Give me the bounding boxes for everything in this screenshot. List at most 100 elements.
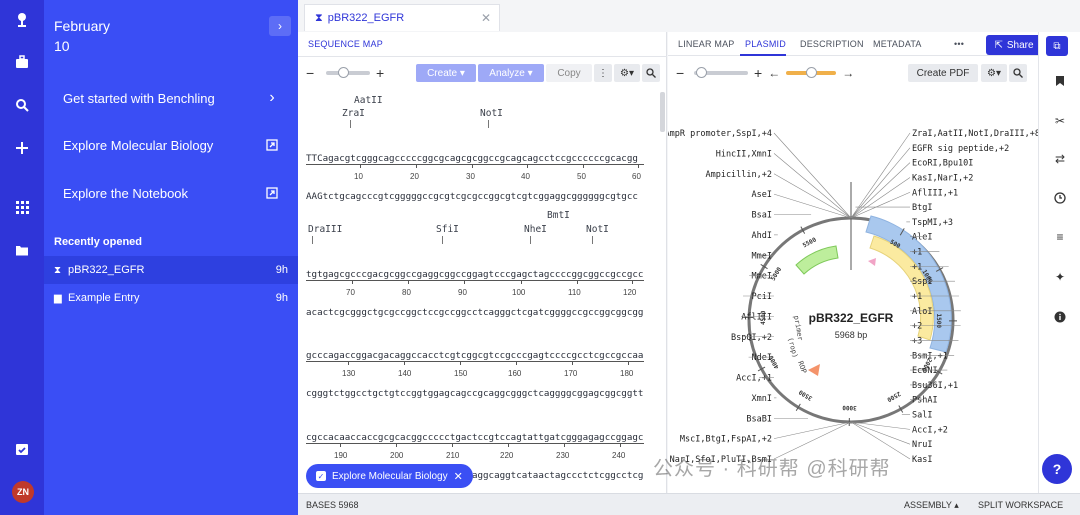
feature-rop-arrow[interactable] xyxy=(808,364,820,376)
enzyme-label[interactable]: NotI xyxy=(586,224,609,235)
rotate-slider[interactable] xyxy=(786,67,837,78)
enzyme-label[interactable]: XmnI xyxy=(752,394,772,404)
create-pdf-button[interactable]: Create PDF xyxy=(908,64,978,82)
benchling-logo-icon[interactable] xyxy=(10,8,34,32)
feature-ampicillin-arc[interactable] xyxy=(795,245,839,275)
sequence-block[interactable]: cgccacaaccaccgcgcacggccccctgactccgtccagt… xyxy=(306,409,643,504)
enzyme-label[interactable]: +1 xyxy=(912,292,922,302)
enzyme-label[interactable]: Bsu36I,+1 xyxy=(912,381,958,391)
search-icon[interactable] xyxy=(642,64,660,82)
folder-icon[interactable] xyxy=(10,238,34,262)
enzyme-label[interactable]: BsaI xyxy=(752,211,772,221)
zoom-out-icon[interactable]: − xyxy=(676,65,688,81)
close-icon[interactable]: ✕ xyxy=(481,11,491,25)
enzyme-label[interactable]: TspMI,+3 xyxy=(912,218,953,228)
analyze-button[interactable]: Analyze ▾ xyxy=(478,64,544,82)
zoom-slider[interactable] xyxy=(326,67,370,78)
enzyme-label[interactable]: AccI,+2 xyxy=(912,425,948,435)
tab-description[interactable]: DESCRIPTION xyxy=(800,39,864,49)
split-workspace-button[interactable]: SPLIT WORKSPACE xyxy=(978,500,1063,510)
plasmid-map[interactable]: 5001000150020002500300035004000450050005… xyxy=(668,90,1038,490)
enzyme-label[interactable]: BspQI,+2 xyxy=(731,333,772,343)
enzyme-label[interactable]: +2 xyxy=(912,322,922,332)
arrow-right-icon[interactable]: → xyxy=(842,66,854,80)
close-icon[interactable]: ✕ xyxy=(454,470,463,483)
enzyme-label[interactable]: AflIII,+1 xyxy=(912,188,958,198)
more-vertical-icon[interactable]: ⋮ xyxy=(594,64,612,82)
enzyme-label[interactable]: BsmI,+1 xyxy=(912,351,948,361)
enzyme-label[interactable]: DraIII xyxy=(308,224,342,235)
enzyme-label[interactable]: +1 xyxy=(912,248,922,258)
recent-item-pbr322[interactable]: ⧗ pBR322_EGFR 9h xyxy=(44,256,298,284)
settings-gear-icon[interactable]: ⚙▾ xyxy=(614,64,640,82)
enzyme-label[interactable]: BmtI xyxy=(547,210,570,221)
search-icon[interactable] xyxy=(10,93,34,117)
sequence-scrollbar[interactable] xyxy=(660,92,665,132)
settings-gear-icon[interactable]: ⚙▾ xyxy=(981,64,1007,82)
copy-button[interactable]: Copy xyxy=(546,64,592,82)
enzyme-label[interactable]: NdeI xyxy=(752,353,772,363)
zoom-in-icon[interactable]: + xyxy=(754,65,762,81)
enzyme-label[interactable]: KasI xyxy=(912,455,932,465)
tab-sequence-map[interactable]: SEQUENCE MAP xyxy=(308,39,383,49)
tab-metadata[interactable]: METADATA xyxy=(873,39,922,49)
document-tab[interactable]: ⧗ pBR322_EGFR ✕ xyxy=(304,4,500,31)
info-icon[interactable] xyxy=(1051,308,1069,326)
chevron-right-icon[interactable]: › xyxy=(269,16,291,36)
enzyme-label[interactable]: PciI xyxy=(752,292,772,302)
recent-item-example-entry[interactable]: ▆ Example Entry 9h xyxy=(44,284,298,312)
enzyme-label[interactable]: AhdI xyxy=(752,231,772,241)
swap-icon[interactable]: ⇄ xyxy=(1051,150,1069,168)
enzyme-label[interactable]: EcoRI,Bpu10I xyxy=(912,159,973,169)
enzyme-label[interactable]: HincII,XmnI xyxy=(716,149,772,159)
plus-icon[interactable] xyxy=(10,136,34,160)
enzyme-label[interactable]: PshAI xyxy=(912,396,938,406)
enzyme-label[interactable]: ZraI xyxy=(342,108,365,119)
enzyme-label[interactable]: EGFR sig peptide,+2 xyxy=(912,144,1009,154)
enzyme-label[interactable]: MmeI xyxy=(752,251,772,261)
enzyme-label[interactable]: MmeI xyxy=(752,272,772,282)
enzyme-label[interactable]: NruI xyxy=(912,440,932,450)
share-button[interactable]: ⇱ Share xyxy=(986,35,1042,55)
enzyme-label[interactable]: BtgI xyxy=(912,203,932,213)
briefcase-icon[interactable] xyxy=(10,50,34,74)
enzyme-label[interactable]: +3 xyxy=(912,336,922,346)
explore-molecular-biology-chip[interactable]: ✓ Explore Molecular Biology ✕ xyxy=(306,464,473,488)
enzyme-label[interactable]: SalI xyxy=(912,411,932,421)
text-align-icon[interactable]: ≡ xyxy=(1051,228,1069,246)
enzyme-label[interactable]: SfiI xyxy=(436,224,459,235)
enzyme-label[interactable]: AflIII xyxy=(741,312,772,322)
create-button[interactable]: Create ▾ xyxy=(416,64,476,82)
help-button[interactable]: ? xyxy=(1042,454,1072,484)
enzyme-label[interactable]: AatII xyxy=(354,95,383,106)
enzyme-label[interactable]: AccI,+1 xyxy=(736,374,772,384)
enzyme-label[interactable]: +1 xyxy=(912,262,922,272)
enzyme-label[interactable]: NheI xyxy=(524,224,547,235)
enzyme-label[interactable]: BsaBI xyxy=(746,414,772,424)
enzyme-label[interactable]: AmpR promoter,SspI,+4 xyxy=(668,129,772,139)
user-avatar[interactable]: ZN xyxy=(12,481,34,503)
tab-plasmid[interactable]: PLASMID xyxy=(745,39,786,49)
search-icon[interactable] xyxy=(1009,64,1027,82)
link-explore-notebook[interactable]: Explore the Notebook xyxy=(44,173,298,213)
zoom-in-icon[interactable]: + xyxy=(376,65,384,81)
enzyme-label[interactable]: AloI xyxy=(912,307,932,317)
zoom-slider[interactable] xyxy=(694,67,748,78)
link-explore-molecular-biology[interactable]: Explore Molecular Biology xyxy=(44,125,298,165)
apps-grid-icon[interactable] xyxy=(10,195,34,219)
duplicate-icon[interactable]: ⧉ xyxy=(1046,36,1068,56)
more-tabs-icon[interactable]: ••• xyxy=(954,39,964,49)
zoom-out-icon[interactable]: − xyxy=(306,65,320,81)
enzyme-label[interactable]: AseI xyxy=(752,190,772,200)
history-clock-icon[interactable] xyxy=(1051,189,1069,207)
arrow-left-icon[interactable]: ← xyxy=(768,66,780,80)
assembly-button[interactable]: ASSEMBLY ▴ xyxy=(904,500,959,511)
enzyme-label[interactable]: ZraI,AatII,NotI,DraIII,+8 xyxy=(912,129,1038,139)
enzyme-label[interactable]: AleI xyxy=(912,233,932,243)
tasks-check-icon[interactable] xyxy=(10,437,34,461)
tab-linear-map[interactable]: LINEAR MAP xyxy=(678,39,735,49)
enzyme-label[interactable]: EcoNI xyxy=(912,366,938,376)
enzyme-label[interactable]: SspI xyxy=(912,277,932,287)
feature-egfr-arc[interactable] xyxy=(865,215,952,353)
enzyme-label[interactable]: KasI,NarI,+2 xyxy=(912,173,973,183)
